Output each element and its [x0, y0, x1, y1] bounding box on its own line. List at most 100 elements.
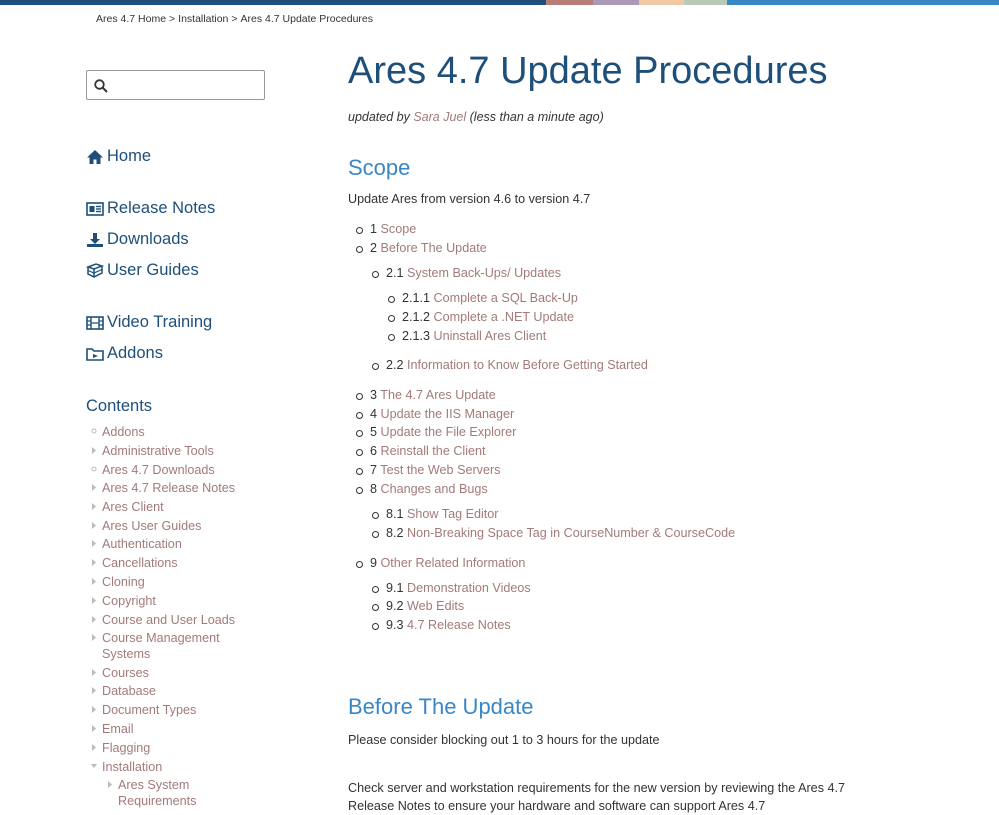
toc-link[interactable]: Update the IIS Manager	[381, 407, 515, 421]
contents-item-label: Copyright	[102, 594, 156, 608]
toc-entry[interactable]: 3 The 4.7 Ares Update	[356, 388, 496, 402]
toc-number: 9.2	[386, 599, 404, 613]
contents-title: Contents	[86, 397, 153, 415]
toc-number: 9.1	[386, 581, 404, 595]
color-segment	[727, 0, 999, 5]
bullet	[356, 430, 363, 437]
contents-item-label: Document Types	[102, 703, 197, 717]
toc-link[interactable]: Scope	[381, 222, 417, 236]
contents-item-label: Database	[102, 684, 156, 698]
expand-triangle-icon	[90, 631, 98, 641]
toc-entry[interactable]: 8 Changes and Bugs	[356, 482, 488, 496]
toc-link[interactable]: Information to Know Before Getting Start…	[407, 358, 648, 372]
breadcrumb: Ares 4.7 Home > Installation > Ares 4.7 Upda…	[96, 13, 373, 25]
nav-addons-label: Addons	[107, 344, 163, 362]
nav-downloads-label: Downloads	[107, 230, 189, 248]
breadcrumb-separator: >	[231, 13, 238, 25]
bullet	[356, 227, 363, 234]
toc-number: 2.2	[386, 358, 404, 372]
expand-triangle-icon	[90, 741, 98, 751]
toc-entry[interactable]: 2.1.3 Uninstall Ares Client	[388, 329, 547, 343]
toc-entry[interactable]: 8.2 Non-Breaking Space Tag in CourseNumb…	[372, 526, 735, 540]
bullet	[388, 296, 395, 303]
toc-entry[interactable]: 2 Before The Update	[356, 241, 487, 255]
toc-link[interactable]: Show Tag Editor	[407, 507, 498, 521]
before-update-heading: Before The Update	[348, 694, 534, 719]
toc-link[interactable]: Complete a SQL Back-Up	[434, 291, 578, 305]
toc-entry[interactable]: 7 Test the Web Servers	[356, 463, 500, 477]
updated-suffix: (less than a minute ago)	[469, 110, 604, 124]
nav-home[interactable]: Home	[86, 147, 151, 166]
contents-item-label: Administrative Tools	[102, 444, 214, 458]
toc-entry[interactable]: 5 Update the File Explorer	[356, 425, 517, 439]
contents-item-label: Cloning	[102, 575, 145, 589]
toc-link[interactable]: Uninstall Ares Client	[434, 329, 547, 343]
requirements-text: Check server and workstation requirement…	[348, 781, 845, 813]
toc-number: 8	[370, 482, 378, 496]
toc-entry[interactable]: 9 Other Related Information	[356, 556, 526, 570]
leaf-circle-icon	[90, 463, 98, 473]
toc-link[interactable]: Update the File Explorer	[381, 425, 517, 439]
toc-link[interactable]: System Back-Ups/ Updates	[407, 266, 561, 280]
nav-video-training[interactable]: Video Training	[86, 313, 212, 332]
contents-item-label: Cancellations	[102, 556, 178, 570]
toc-link[interactable]: Complete a .NET Update	[434, 310, 574, 324]
contents-item-label: Ares 4.7 Downloads	[102, 463, 215, 477]
contents-item-label: Addons	[102, 425, 145, 439]
toc-entry[interactable]: 9.2 Web Edits	[372, 599, 464, 613]
color-segment	[0, 0, 546, 5]
scope-heading: Scope	[348, 155, 411, 180]
nav-downloads[interactable]: Downloads	[86, 230, 189, 249]
color-segment	[684, 0, 727, 5]
toc-entry[interactable]: 2.1 System Back-Ups/ Updates	[372, 266, 561, 280]
toc-link[interactable]: Web Edits	[407, 599, 464, 613]
toc-number: 2.1.3	[402, 329, 431, 343]
toc-entry[interactable]: 2.1.1 Complete a SQL Back-Up	[388, 291, 578, 305]
book-icon	[86, 262, 104, 279]
breadcrumb-installation[interactable]: Installation	[178, 13, 228, 25]
expand-triangle-icon	[90, 500, 98, 510]
toc-link[interactable]: Reinstall the Client	[381, 444, 486, 458]
toc-entry[interactable]: 9.1 Demonstration Videos	[372, 581, 531, 595]
toc-entry[interactable]: 6 Reinstall the Client	[356, 444, 486, 458]
toc-link[interactable]: The 4.7 Ares Update	[380, 388, 496, 402]
nav-addons[interactable]: Addons	[86, 344, 163, 363]
toc-link[interactable]: Other Related Information	[381, 556, 526, 570]
toc-link[interactable]: Test the Web Servers	[380, 463, 500, 477]
nav-release-notes-label: Release Notes	[107, 199, 216, 217]
toc-number: 1	[370, 222, 378, 236]
expand-triangle-icon	[90, 722, 98, 732]
before-update-text: Please consider blocking out 1 to 3 hour…	[348, 733, 660, 747]
toc-link[interactable]: 4.7 Release Notes	[407, 618, 511, 632]
author-link[interactable]: Sara Juel	[413, 110, 466, 124]
color-segment	[593, 0, 639, 5]
toc-entry[interactable]: 1 Scope	[356, 222, 417, 236]
nav-user-guides[interactable]: User Guides	[86, 261, 199, 280]
toc-link[interactable]: Demonstration Videos	[407, 581, 531, 595]
nav-release-notes[interactable]: Release Notes	[86, 199, 215, 218]
expand-triangle-icon	[90, 594, 98, 604]
toc-entry[interactable]: 2.2 Information to Know Before Getting S…	[372, 358, 648, 372]
toc-number: 5	[370, 425, 378, 439]
nav-user-guides-label: User Guides	[107, 261, 199, 279]
breadcrumb-current: Ares 4.7 Update Procedures	[240, 13, 374, 25]
toc-link[interactable]: Changes and Bugs	[381, 482, 488, 496]
toc-entry[interactable]: 9.3 4.7 Release Notes	[372, 618, 511, 632]
toc-link[interactable]: Non-Breaking Space Tag in CourseNumber &…	[407, 526, 735, 540]
breadcrumb-separator: >	[169, 13, 176, 25]
bullet	[356, 449, 363, 456]
contents-item-label: Course and User Loads	[102, 613, 236, 627]
toc-entry[interactable]: 4 Update the IIS Manager	[356, 407, 515, 421]
toc-link[interactable]: Before The Update	[381, 241, 487, 255]
expand-triangle-icon	[90, 537, 98, 547]
bullet	[372, 531, 379, 538]
bullet	[388, 334, 395, 341]
expand-triangle-icon	[90, 556, 98, 566]
search-input[interactable]	[115, 75, 264, 97]
toc-entry[interactable]: 8.1 Show Tag Editor	[372, 507, 499, 521]
expand-triangle-icon	[90, 703, 98, 713]
toc-entry[interactable]: 2.1.2 Complete a .NET Update	[388, 310, 574, 324]
color-segment	[639, 0, 684, 5]
search-box[interactable]	[86, 70, 265, 100]
breadcrumb-home[interactable]: Ares 4.7 Home	[96, 13, 166, 25]
